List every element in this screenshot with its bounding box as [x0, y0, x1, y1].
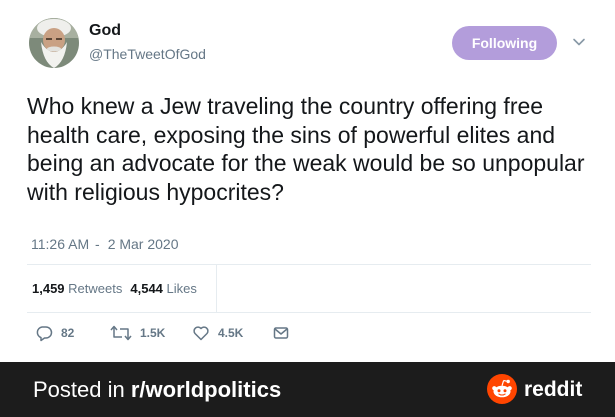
- reply-count: 82: [61, 326, 75, 340]
- tweet-card: God @TheTweetOfGod Following Who knew a …: [0, 0, 615, 362]
- heart-icon: [193, 326, 209, 341]
- tweet-time: 11:26 AM: [31, 236, 90, 252]
- posted-in-text: Posted in r/worldpolitics: [33, 377, 281, 403]
- retweet-icon: [110, 325, 132, 341]
- retweet-count-short: 1.5K: [140, 326, 166, 340]
- likes-label[interactable]: Likes: [167, 281, 197, 296]
- chevron-down-icon[interactable]: [572, 35, 586, 49]
- author-handle[interactable]: @TheTweetOfGod: [89, 46, 206, 62]
- retweets-label[interactable]: Retweets: [68, 281, 122, 296]
- following-button[interactable]: Following: [452, 26, 557, 60]
- engagement-stats: 1,459 Retweets 4,544 Likes: [32, 281, 197, 296]
- posted-prefix: Posted in: [33, 377, 131, 402]
- tweet-text: Who knew a Jew traveling the country off…: [27, 93, 585, 205]
- message-icon: [273, 327, 289, 339]
- tweet-actions: 82 1.5K 4.5K: [0, 324, 615, 348]
- divider: [27, 264, 591, 265]
- subreddit-link[interactable]: r/worldpolitics: [131, 377, 281, 402]
- reply-icon: [36, 326, 53, 342]
- avatar-image: [29, 18, 79, 68]
- retweet-button[interactable]: 1.5K: [110, 324, 165, 342]
- tweet-date: 2 Mar 2020: [107, 236, 179, 252]
- author-name[interactable]: God: [89, 22, 121, 40]
- reply-button[interactable]: 82: [35, 324, 74, 342]
- reddit-footer: Posted in r/worldpolitics reddit: [0, 362, 615, 417]
- reddit-logo-icon: [487, 374, 517, 404]
- tweet-timestamp[interactable]: 11:26 AM -2 Mar 2020: [31, 236, 179, 252]
- avatar[interactable]: [29, 18, 79, 68]
- timestamp-separator: -: [95, 236, 100, 252]
- likes-count[interactable]: 4,544: [130, 281, 163, 296]
- divider: [27, 312, 591, 313]
- message-button[interactable]: [272, 324, 290, 342]
- like-count-short: 4.5K: [218, 326, 244, 340]
- stats-divider: [216, 264, 217, 312]
- like-button[interactable]: 4.5K: [192, 324, 243, 342]
- retweets-count[interactable]: 1,459: [32, 281, 65, 296]
- reddit-wordmark: reddit: [524, 378, 583, 401]
